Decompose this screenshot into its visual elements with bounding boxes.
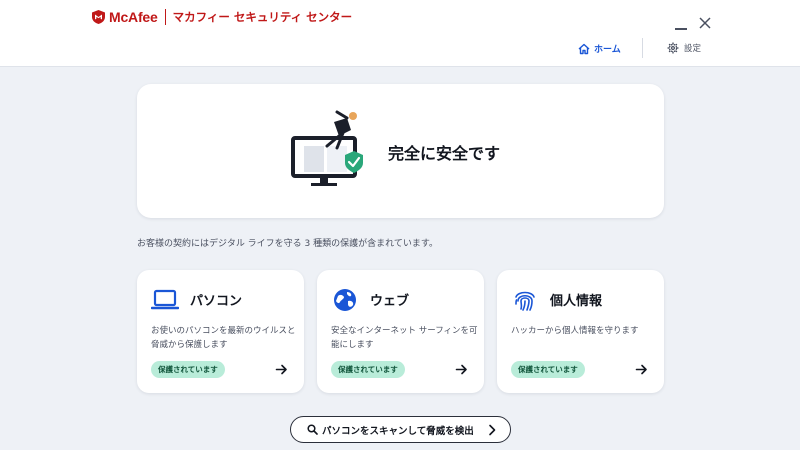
fingerprint-icon bbox=[515, 291, 535, 311]
nav-home[interactable]: ホーム bbox=[578, 42, 621, 55]
product-name: マカフィー セキュリティ センター bbox=[172, 10, 353, 24]
feature-title: 個人情報 bbox=[550, 294, 603, 309]
nav-settings-label: 設定 bbox=[684, 44, 702, 54]
secure-illustration bbox=[291, 110, 363, 186]
arrow-right-icon[interactable] bbox=[635, 363, 648, 376]
minimize-button[interactable] bbox=[674, 17, 688, 31]
protected-badge: 保護されています bbox=[331, 361, 405, 378]
arrow-right-icon[interactable] bbox=[275, 363, 288, 376]
arrow-right-icon[interactable] bbox=[455, 363, 468, 376]
scan-button[interactable]: パソコンをスキャンして脅威を検出 bbox=[290, 416, 511, 443]
nav-settings[interactable]: 設定 bbox=[667, 42, 701, 54]
feature-title: ウェブ bbox=[370, 294, 410, 309]
feature-card-web[interactable]: ウェブ 安全なインターネット サーフィンを可能にします 保護されています bbox=[317, 270, 484, 393]
feature-card-pc[interactable]: パソコン お使いのパソコンを最新のウイルスと脅威から保護します 保護されています bbox=[137, 270, 304, 393]
protected-badge: 保護されています bbox=[151, 361, 225, 378]
nav-divider bbox=[642, 38, 643, 58]
chevron-right-icon bbox=[489, 424, 496, 436]
mcafee-shield-icon bbox=[92, 10, 105, 24]
feature-title: パソコン bbox=[190, 294, 243, 309]
home-icon bbox=[578, 43, 590, 54]
feature-description: お使いのパソコンを最新のウイルスと脅威から保護します bbox=[151, 326, 296, 350]
title-bar: McAfee マカフィー セキュリティ センター ホーム 設定 bbox=[0, 0, 800, 67]
status-title: 完全に安全です bbox=[388, 144, 501, 163]
brand-logo: McAfee bbox=[109, 9, 158, 25]
brand-divider bbox=[164, 9, 166, 25]
laptop-icon bbox=[151, 289, 179, 310]
feature-card-identity[interactable]: 個人情報 ハッカーから個人情報を守ります 保護されています bbox=[497, 270, 664, 393]
search-icon bbox=[307, 424, 318, 435]
close-button[interactable] bbox=[698, 16, 712, 30]
subscription-note: お客様の契約にはデジタル ライフを守る 3 種類の保護が含まれています。 bbox=[137, 239, 438, 249]
feature-description: 安全なインターネット サーフィンを可能にします bbox=[331, 326, 478, 350]
scan-button-label: パソコンをスキャンして脅威を検出 bbox=[322, 425, 474, 437]
brand: McAfee マカフィー セキュリティ センター bbox=[92, 8, 352, 26]
globe-icon bbox=[334, 289, 356, 311]
protected-badge: 保護されています bbox=[511, 361, 585, 378]
feature-description: ハッカーから個人情報を守ります bbox=[511, 326, 639, 336]
nav-home-label: ホーム bbox=[594, 45, 621, 55]
gear-icon bbox=[667, 42, 679, 54]
protection-status-card: 完全に安全です bbox=[137, 84, 664, 218]
